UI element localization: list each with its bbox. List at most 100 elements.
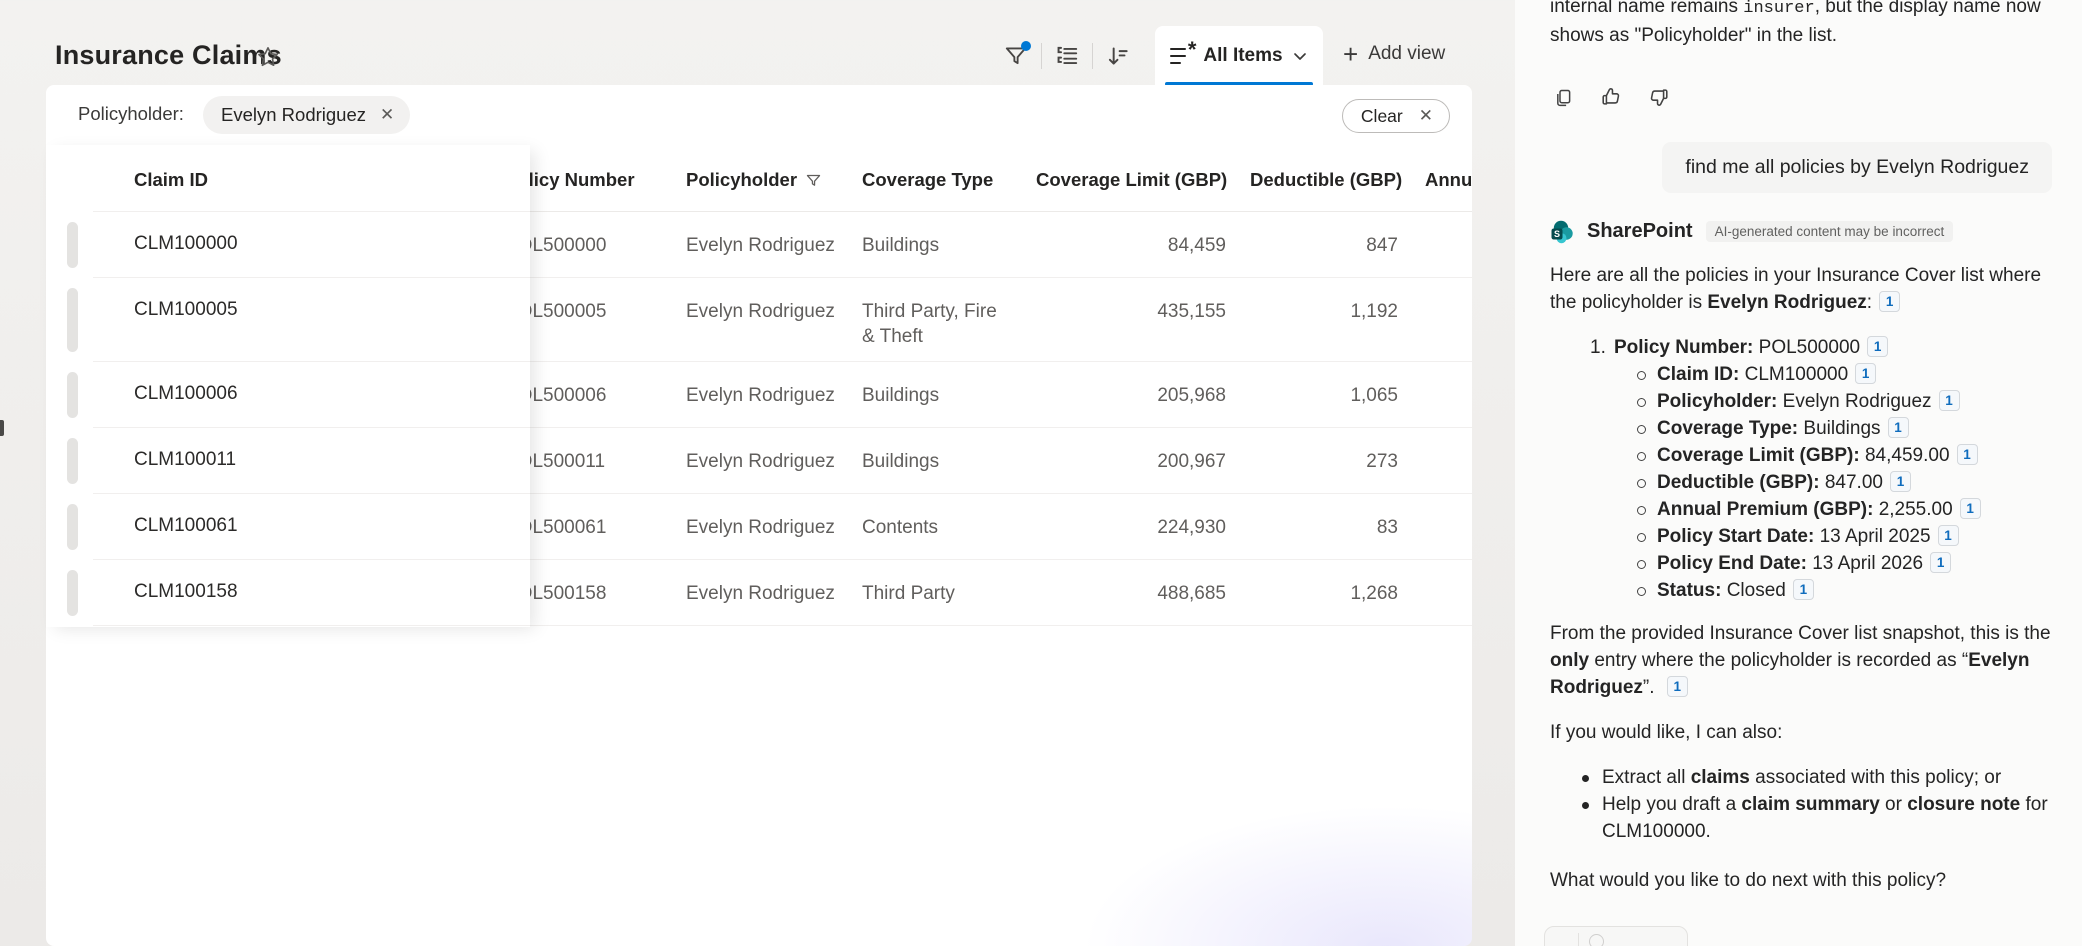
favorite-star-icon[interactable] (255, 44, 281, 70)
clear-filters-button[interactable]: Clear ✕ (1342, 99, 1450, 133)
cell-claim-id: CLM100006 (134, 383, 238, 405)
cell-policyholder: Evelyn Rodriguez (686, 299, 835, 324)
clear-label: Clear (1361, 106, 1403, 127)
options-list: Extract all claims associated with this … (1550, 764, 2062, 845)
copy-icon[interactable] (1548, 82, 1578, 112)
row-drag-handle[interactable] (67, 222, 78, 268)
citation-badge[interactable]: 1 (1960, 498, 1981, 519)
reply-closing: From the provided Insurance Cover list s… (1550, 620, 2062, 701)
citation-badge[interactable]: 1 (1667, 676, 1688, 697)
column-header-claim-id-label: Claim ID (134, 169, 208, 191)
citation-badge[interactable]: 1 (1890, 471, 1911, 492)
cell-coverage-limit: 205,968 (1036, 383, 1226, 408)
filter-chip[interactable]: Evelyn Rodriguez ✕ (203, 96, 410, 134)
left-edge-handle[interactable] (0, 420, 4, 436)
cell-deductible: 273 (1250, 449, 1398, 474)
column-header-coverage-type[interactable]: Coverage Type (862, 169, 993, 191)
ai-disclaimer-badge: AI-generated content may be incorrect (1706, 221, 1954, 243)
filter-icon[interactable] (995, 34, 1037, 78)
column-header-policyholder[interactable]: Policyholder (686, 169, 822, 191)
citation-badge[interactable]: 1 (1879, 291, 1900, 312)
filter-field-label: Policyholder: (78, 103, 184, 125)
thumbs-up-icon[interactable] (1596, 82, 1626, 112)
user-message-bubble: find me all policies by Evelyn Rodriguez (1662, 142, 2052, 193)
copilot-glow (1042, 786, 1472, 946)
view-icon: * (1170, 45, 1194, 67)
cell-deductible: 83 (1250, 515, 1398, 540)
column-header-coverage-limit[interactable]: Coverage Limit (GBP) (1036, 169, 1226, 191)
list-region: Insurance Claims * All Items + Add view … (0, 0, 1515, 946)
svg-text:S: S (1554, 228, 1560, 238)
cell-claim-id: CLM100011 (134, 449, 236, 471)
column-header-policyholder-label: Policyholder (686, 169, 797, 191)
citation-badge[interactable]: 1 (1939, 390, 1960, 411)
column-header-claim-id[interactable]: Claim ID (46, 145, 530, 212)
row-drag-handle[interactable] (67, 288, 78, 352)
citation-badge[interactable]: 1 (1793, 579, 1814, 600)
sort-icon[interactable] (1097, 34, 1139, 78)
assistant-name: SharePoint (1587, 218, 1693, 245)
citation-badge[interactable]: 1 (1938, 525, 1959, 546)
column-header-annual-premium[interactable]: Annual Premium (GBP) (1425, 169, 1472, 191)
cell-coverage-limit: 84,459 (1036, 233, 1226, 258)
cell-policyholder: Evelyn Rodriguez (686, 515, 835, 540)
sharepoint-logo-icon: S (1550, 220, 1574, 244)
policy-heading: Policy Number: POL5000001 (1550, 334, 2062, 361)
cell-coverage-type: Third Party, Fire & Theft (862, 299, 1014, 349)
citation-badge[interactable]: 1 (1930, 552, 1951, 573)
copilot-chat-panel: internal name remains insurer, but the d… (1515, 0, 2082, 946)
cell-coverage-type: Contents (862, 515, 1014, 540)
row-drag-handle[interactable] (67, 438, 78, 484)
cell-coverage-type: Buildings (862, 383, 1014, 408)
option-item: Extract all claims associated with this … (1550, 764, 2062, 791)
group-by-icon[interactable] (1046, 34, 1088, 78)
clear-close-icon: ✕ (1419, 106, 1433, 126)
row-drag-handle[interactable] (67, 570, 78, 616)
previous-assistant-message: internal name remains insurer, but the d… (1550, 0, 2065, 49)
citation-badge[interactable]: 1 (1957, 444, 1978, 465)
cell-deductible: 847 (1250, 233, 1398, 258)
follow-up-question: What would you like to do next with this… (1550, 867, 2062, 894)
claim-id-row[interactable]: CLM100005 (46, 278, 530, 362)
copilot-orb-icon (1589, 934, 1604, 946)
view-tab-all-items[interactable]: * All Items (1155, 26, 1323, 86)
assistant-header: S SharePoint AI-generated content may be… (1550, 218, 1953, 245)
chip-remove-icon[interactable]: ✕ (380, 105, 394, 125)
policy-field-item: Claim ID: CLM1000001 (1550, 361, 2062, 388)
citation-badge[interactable]: 1 (1855, 363, 1876, 384)
citation-badge[interactable]: 1 (1867, 336, 1888, 357)
add-view-label: Add view (1368, 43, 1445, 65)
option-item: Help you draft a claim summary or closur… (1550, 791, 2062, 845)
chevron-down-icon (1292, 48, 1308, 64)
cell-claim-id: CLM100158 (134, 581, 238, 603)
add-view-button[interactable]: + Add view (1343, 25, 1445, 83)
claim-id-row[interactable]: CLM100061 (46, 494, 530, 560)
cell-claim-id: CLM100061 (134, 515, 238, 537)
citation-badge[interactable]: 1 (1888, 417, 1909, 438)
thumbs-down-icon[interactable] (1644, 82, 1674, 112)
row-drag-handle[interactable] (67, 504, 78, 550)
cell-deductible: 1,065 (1250, 383, 1398, 408)
policy-field-item: Policyholder: Evelyn Rodriguez1 (1550, 388, 2062, 415)
cell-coverage-limit: 435,155 (1036, 299, 1226, 324)
cell-coverage-type: Buildings (862, 449, 1014, 474)
cell-deductible: 1,192 (1250, 299, 1398, 324)
suggestion-pill-cutoff[interactable] (1544, 926, 1688, 946)
column-header-deductible[interactable]: Deductible (GBP) (1250, 169, 1398, 191)
row-drag-handle[interactable] (67, 372, 78, 418)
view-tab-label: All Items (1203, 45, 1282, 67)
options-intro: If you would like, I can also: (1550, 719, 2062, 746)
assistant-message-body: Here are all the policies in your Insura… (1550, 262, 2062, 912)
page-title: Insurance Claims (55, 40, 282, 71)
claim-id-row[interactable]: CLM100000 (46, 212, 530, 278)
claim-id-row[interactable]: CLM100158 (46, 560, 530, 626)
cell-coverage-limit: 488,685 (1036, 581, 1226, 606)
claim-id-row[interactable]: CLM100006 (46, 362, 530, 428)
plus-icon: + (1343, 41, 1358, 67)
message-actions (1548, 82, 1674, 112)
cell-policyholder: Evelyn Rodriguez (686, 581, 835, 606)
cell-policyholder: Evelyn Rodriguez (686, 233, 835, 258)
filter-bar: Policyholder: Evelyn Rodriguez ✕ Clear ✕ (46, 85, 1472, 145)
column-filter-icon (805, 172, 822, 189)
claim-id-row[interactable]: CLM100011 (46, 428, 530, 494)
